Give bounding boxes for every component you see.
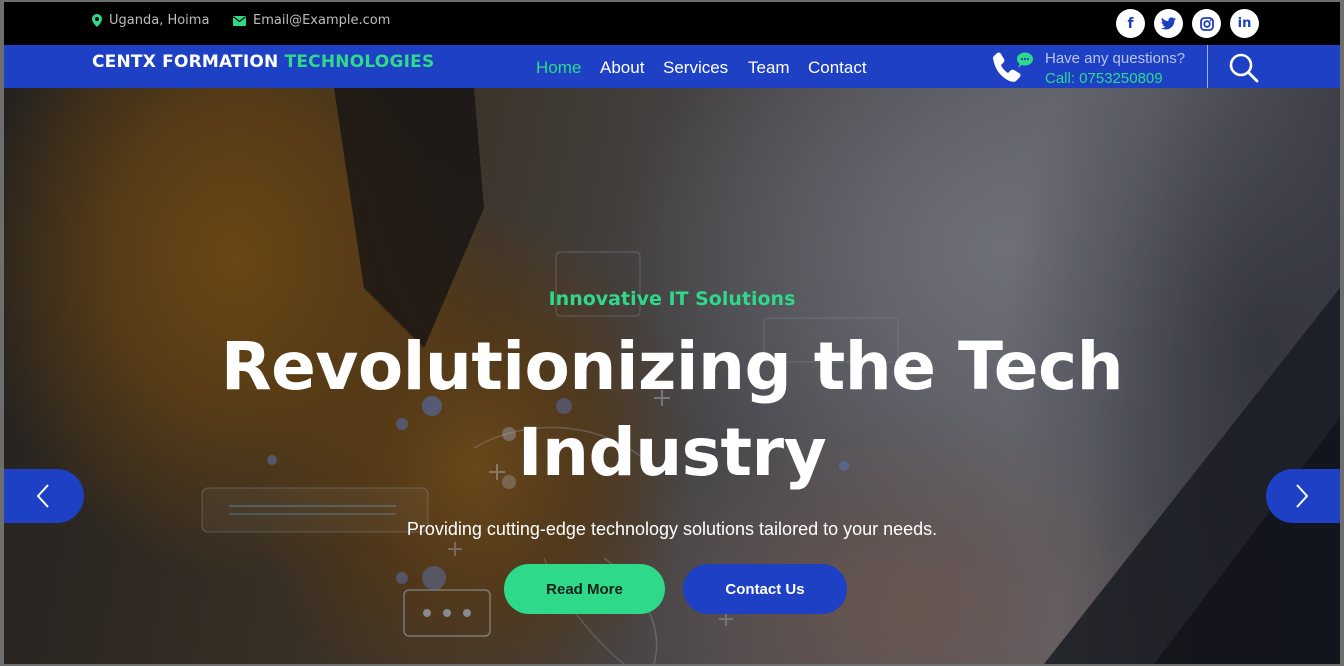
brand-logo[interactable]: CENTX FORMATION TECHNOLOGIES <box>92 52 434 72</box>
nav-team[interactable]: Team <box>748 58 790 78</box>
facebook-button[interactable]: f <box>1116 9 1145 38</box>
hero-headline-line1: Revolutionizing the Tech <box>220 328 1124 405</box>
phone-chat-icon <box>993 52 1033 82</box>
facebook-icon: f <box>1127 15 1134 32</box>
location-info: Uganda, Hoima <box>92 13 209 28</box>
twitter-icon <box>1161 17 1176 30</box>
instagram-icon <box>1199 16 1214 31</box>
nav-contact[interactable]: Contact <box>808 58 867 78</box>
top-bar: Uganda, Hoima Email@Example.com f in <box>4 2 1340 45</box>
linkedin-icon: in <box>1237 16 1252 31</box>
carousel-prev-button[interactable] <box>4 469 84 523</box>
email-info[interactable]: Email@Example.com <box>233 13 390 28</box>
read-more-button[interactable]: Read More <box>504 564 665 614</box>
nav-about[interactable]: About <box>600 58 644 78</box>
page-frame: Uganda, Hoima Email@Example.com f in CEN… <box>4 2 1340 664</box>
carousel-next-button[interactable] <box>1266 469 1340 523</box>
chevron-left-icon <box>36 484 49 508</box>
hero-subtitle: Providing cutting-edge technology soluti… <box>406 519 938 539</box>
map-pin-icon <box>92 14 102 27</box>
hero-headline: Revolutionizing the Tech Industry <box>4 324 1340 496</box>
email-text[interactable]: Email@Example.com <box>253 13 390 28</box>
hero-carousel: Innovative IT Solutions Revolutionizing … <box>4 88 1340 664</box>
instagram-button[interactable] <box>1192 9 1221 38</box>
contact-us-button[interactable]: Contact Us <box>683 564 847 614</box>
nav-services[interactable]: Services <box>663 58 728 78</box>
search-icon[interactable] <box>1228 52 1260 84</box>
twitter-button[interactable] <box>1154 9 1183 38</box>
brand-name-accent: TECHNOLOGIES <box>284 52 435 72</box>
envelope-icon <box>233 15 246 26</box>
location-text: Uganda, Hoima <box>109 13 210 28</box>
nav-home[interactable]: Home <box>536 58 581 78</box>
hero-headline-line2: Industry <box>517 414 827 491</box>
call-number[interactable]: Call: 0753250809 <box>1045 70 1163 87</box>
nav-divider <box>1207 45 1208 88</box>
linkedin-button[interactable]: in <box>1230 9 1259 38</box>
hero-tagline: Innovative IT Solutions <box>548 288 796 310</box>
main-navbar: CENTX FORMATION TECHNOLOGIES Home About … <box>4 45 1340 88</box>
chevron-right-icon <box>1296 484 1309 508</box>
brand-name: CENTX FORMATION <box>92 52 279 72</box>
questions-label: Have any questions? <box>1045 50 1186 67</box>
